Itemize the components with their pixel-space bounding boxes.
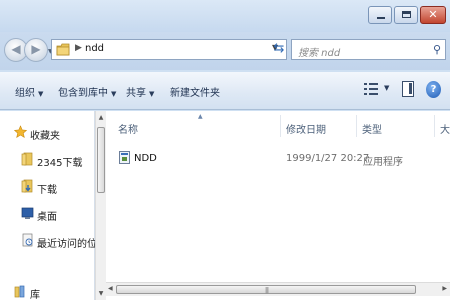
- download-folder-icon: [21, 179, 33, 193]
- scroll-left-icon[interactable]: ◀: [108, 285, 113, 292]
- column-header-name[interactable]: 名称: [112, 111, 280, 140]
- breadcrumb-chevron-icon[interactable]: ▶: [75, 43, 82, 53]
- forward-arrow-icon: ▶: [31, 42, 41, 56]
- nav-item-label: 桌面: [37, 212, 57, 223]
- address-bar[interactable]: ▶ ndd ▼: [51, 39, 287, 60]
- scroll-down-icon[interactable]: ▼: [96, 290, 106, 297]
- new-folder-label: 新建文件夹: [170, 88, 220, 99]
- search-box[interactable]: 搜索 ndd ⚲: [291, 39, 446, 60]
- dropdown-arrow-icon: ▼: [111, 90, 117, 98]
- dropdown-arrow-icon: ▼: [149, 90, 155, 98]
- nav-item-2345-downloads[interactable]: 2345下载: [0, 151, 95, 169]
- navigation-pane: 收藏夹 2345下载 下载 桌面 最近访问的位置 库: [0, 111, 107, 300]
- title-bar: ✕: [0, 0, 450, 32]
- new-folder-button[interactable]: 新建文件夹: [170, 84, 220, 99]
- scroll-up-icon[interactable]: ▲: [96, 114, 106, 121]
- nav-item-libraries[interactable]: 库: [0, 283, 95, 300]
- preview-pane-icon[interactable]: [402, 81, 414, 97]
- include-in-library-label: 包含到库中: [58, 88, 108, 99]
- organize-menu[interactable]: 组织 ▼: [15, 84, 43, 99]
- column-header-label: 大: [440, 125, 450, 136]
- maximize-icon: [402, 11, 411, 18]
- scrollbar-thumb[interactable]: [97, 127, 105, 193]
- column-header-label: 名称: [118, 125, 138, 136]
- column-header-date-modified[interactable]: 修改日期: [280, 111, 356, 140]
- breadcrumb-current[interactable]: ndd: [85, 43, 104, 54]
- nav-item-favorites[interactable]: 收藏夹: [0, 124, 95, 142]
- file-date-modified: 1999/1/27 20:27: [286, 153, 370, 164]
- navigation-pane-scrollbar[interactable]: ▲ ▼: [95, 111, 106, 300]
- file-list: ▲ 名称 修改日期 类型 大 NDD 1999/1/27 20:27 应用程序: [106, 111, 450, 300]
- change-view-icon[interactable]: [364, 82, 378, 96]
- window-controls: ✕: [368, 6, 446, 24]
- include-in-library-menu[interactable]: 包含到库中 ▼: [58, 84, 116, 99]
- file-list-horizontal-scrollbar[interactable]: ◀ ||| ▶: [106, 282, 450, 296]
- column-header-size[interactable]: 大: [434, 111, 450, 140]
- share-label: 共享: [126, 88, 146, 99]
- file-row[interactable]: NDD 1999/1/27 20:27 应用程序: [106, 149, 450, 168]
- command-bar: 组织 ▼ 包含到库中 ▼ 共享 ▼ 新建文件夹: [0, 72, 450, 110]
- maximize-button[interactable]: [394, 6, 418, 24]
- file-name: NDD: [134, 153, 157, 164]
- minimize-icon: [377, 17, 385, 19]
- folder-icon: [56, 43, 70, 56]
- close-button[interactable]: ✕: [420, 6, 446, 24]
- scrollbar-thumb[interactable]: |||: [116, 285, 416, 294]
- share-menu[interactable]: 共享 ▼: [126, 84, 154, 99]
- column-header-type[interactable]: 类型: [356, 111, 434, 140]
- star-icon: [14, 125, 27, 138]
- file-type: 应用程序: [363, 157, 403, 168]
- application-icon: [119, 151, 130, 164]
- nav-item-label: 库: [30, 290, 40, 300]
- organize-label: 组织: [15, 88, 35, 99]
- close-icon: ✕: [428, 8, 438, 21]
- nav-item-label: 下载: [37, 185, 57, 196]
- help-icon[interactable]: ?: [426, 81, 441, 98]
- nav-item-label: 2345下载: [37, 158, 83, 169]
- refresh-icon[interactable]: ⇆: [270, 41, 288, 59]
- desktop-icon: [21, 207, 34, 219]
- dropdown-arrow-icon: ▼: [38, 90, 44, 98]
- column-header-label: 修改日期: [286, 125, 326, 136]
- nav-item-downloads[interactable]: 下载: [0, 178, 95, 196]
- view-dropdown-icon[interactable]: ▼: [384, 84, 389, 92]
- folder-icon: [21, 152, 33, 166]
- scroll-right-icon[interactable]: ▶: [442, 285, 447, 292]
- column-header-label: 类型: [362, 125, 382, 136]
- search-icon[interactable]: ⚲: [433, 43, 441, 56]
- nav-item-desktop[interactable]: 桌面: [0, 205, 95, 223]
- search-placeholder: 搜索 ndd: [298, 48, 341, 59]
- scrollbar-grip-icon: |||: [265, 287, 269, 294]
- forward-button[interactable]: ▶: [24, 38, 48, 62]
- nav-item-label: 收藏夹: [30, 131, 60, 142]
- recent-places-icon: [22, 233, 33, 247]
- minimize-button[interactable]: [368, 6, 392, 24]
- nav-item-recent-places[interactable]: 最近访问的位置: [0, 232, 107, 250]
- library-icon: [14, 285, 25, 298]
